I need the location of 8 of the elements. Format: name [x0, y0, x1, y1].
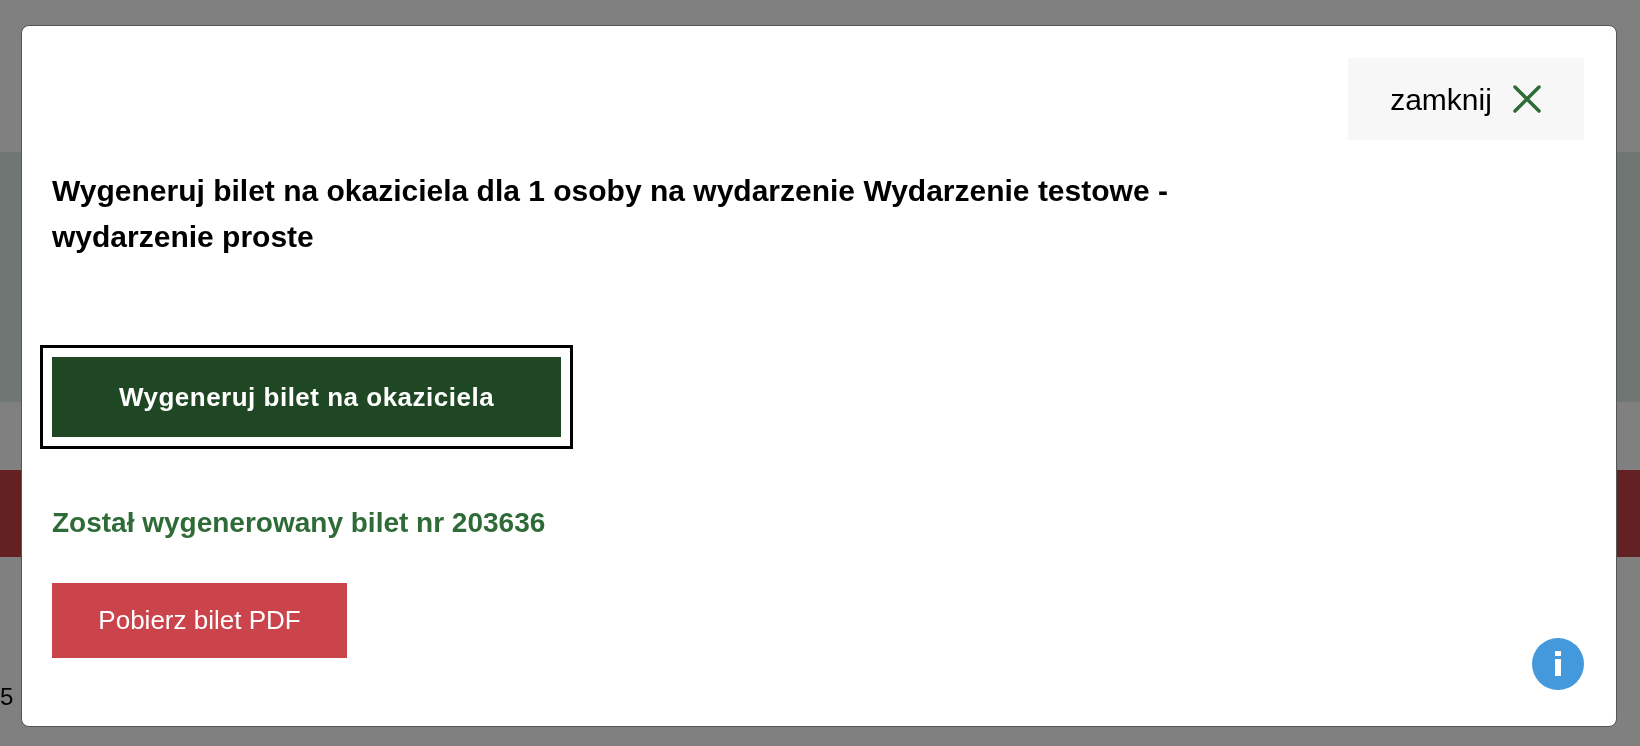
info-icon[interactable] [1532, 638, 1584, 690]
generate-ticket-button[interactable]: Wygeneruj bilet na okaziciela [40, 345, 573, 449]
close-icon [1511, 84, 1542, 114]
page-text: 5 [0, 685, 15, 709]
close-button[interactable]: zamknij [1348, 58, 1584, 140]
download-pdf-button[interactable]: Pobierz bilet PDF [52, 583, 347, 658]
success-message: Został wygenerowany bilet nr 203636 [52, 506, 547, 540]
dialog-heading: Wygeneruj bilet na okaziciela dla 1 osoby na wydarzenie Wydarzenie testowe - wydarzenie proste [52, 173, 1169, 255]
